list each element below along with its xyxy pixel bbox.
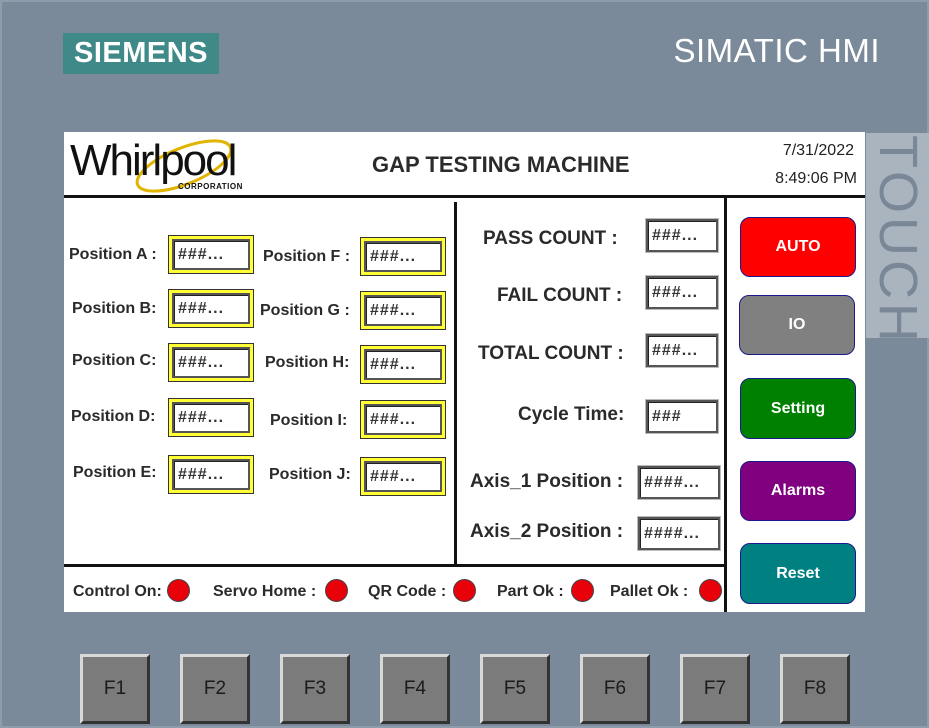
position-f-value: ###... — [364, 241, 442, 272]
whirlpool-logo: Whirlpool CORPORATION — [70, 134, 242, 194]
simatic-hmi-label: SIMATIC HMI — [673, 32, 880, 69]
part-ok-label: Part Ok : — [497, 583, 564, 600]
position-j-label: Position J: — [269, 466, 351, 483]
f4-key[interactable]: F4 — [380, 654, 450, 724]
position-g-field[interactable]: ###... — [360, 291, 446, 330]
setting-button[interactable]: Setting — [740, 378, 856, 439]
f7-key[interactable]: F7 — [680, 654, 750, 724]
position-i-value: ###... — [364, 404, 442, 435]
position-b-field[interactable]: ###... — [168, 289, 254, 328]
reset-button[interactable]: Reset — [740, 543, 856, 604]
f6-key[interactable]: F6 — [580, 654, 650, 724]
position-f-label: Position F : — [263, 248, 351, 265]
position-h-label: Position H: — [265, 354, 350, 371]
position-e-label: Position E: — [73, 464, 157, 481]
position-g-label: Position G : — [260, 302, 350, 319]
position-f-field[interactable]: ###... — [360, 237, 446, 276]
alarms-button[interactable]: Alarms — [740, 461, 856, 521]
divider-positions-counts — [454, 202, 457, 564]
f1-key[interactable]: F1 — [80, 654, 150, 724]
screen-header: Whirlpool CORPORATION GAP TESTING MACHIN… — [64, 132, 865, 198]
pallet-ok-label: Pallet Ok : — [610, 583, 689, 600]
position-h-value: ###... — [364, 349, 442, 380]
position-a-label: Position A : — [69, 246, 157, 263]
position-c-label: Position C: — [72, 352, 157, 369]
pass-count-field[interactable]: ###... — [646, 219, 718, 252]
fail-count-field[interactable]: ###... — [646, 276, 718, 309]
f2-key[interactable]: F2 — [180, 654, 250, 724]
divider-status-bar — [64, 564, 724, 567]
axis-1-position-label: Axis_1 Position : — [470, 471, 624, 492]
control-on-indicator — [167, 579, 190, 602]
total-count-label: TOTAL COUNT : — [478, 343, 624, 364]
position-a-value: ###... — [172, 239, 250, 270]
position-a-field[interactable]: ###... — [168, 235, 254, 274]
whirlpool-logo-text: Whirlpool — [70, 136, 237, 185]
siemens-logo: SIEMENS — [63, 33, 219, 74]
hmi-screen: Whirlpool CORPORATION GAP TESTING MACHIN… — [64, 132, 865, 612]
fail-count-label: FAIL COUNT : — [497, 285, 623, 306]
position-d-field[interactable]: ###... — [168, 398, 254, 437]
axis-2-position-label: Axis_2 Position : — [470, 521, 624, 542]
f3-key[interactable]: F3 — [280, 654, 350, 724]
touch-strip: TOUCH — [866, 133, 929, 338]
f8-key[interactable]: F8 — [780, 654, 850, 724]
cycle-time-label: Cycle Time: — [518, 404, 625, 425]
part-ok-indicator — [571, 579, 594, 602]
position-j-value: ###... — [364, 461, 442, 492]
pallet-ok-indicator — [699, 579, 722, 602]
touch-label: TOUCH — [868, 135, 928, 338]
position-b-value: ###... — [172, 293, 250, 324]
position-b-label: Position B: — [72, 300, 157, 317]
axis-2-position-field[interactable]: ####... — [638, 517, 720, 550]
position-g-value: ###... — [364, 295, 442, 326]
position-i-label: Position I: — [270, 412, 348, 429]
position-i-field[interactable]: ###... — [360, 400, 446, 439]
position-d-label: Position D: — [71, 408, 156, 425]
position-c-value: ###... — [172, 347, 250, 378]
io-button[interactable]: IO — [739, 295, 855, 355]
control-on-label: Control On: — [73, 583, 162, 600]
position-h-field[interactable]: ###... — [360, 345, 446, 384]
position-c-field[interactable]: ###... — [168, 343, 254, 382]
cycle-time-field[interactable]: ### — [646, 400, 718, 433]
qr-code-indicator — [453, 579, 476, 602]
whirlpool-logo-subtext: CORPORATION — [178, 182, 243, 191]
servo-home-label: Servo Home : — [213, 583, 317, 600]
position-e-field[interactable]: ###... — [168, 455, 254, 494]
f5-key[interactable]: F5 — [480, 654, 550, 724]
page-title: GAP TESTING MACHINE — [372, 152, 630, 177]
date-display: 7/31/2022 — [782, 142, 854, 159]
position-d-value: ###... — [172, 402, 250, 433]
time-display: 8:49:06 PM — [775, 170, 857, 187]
position-e-value: ###... — [172, 459, 250, 490]
auto-button[interactable]: AUTO — [740, 217, 856, 277]
position-j-field[interactable]: ###... — [360, 457, 446, 496]
qr-code-label: QR Code : — [368, 583, 447, 600]
divider-counts-buttons — [724, 198, 727, 612]
axis-1-position-field[interactable]: ####... — [638, 466, 720, 499]
total-count-field[interactable]: ###... — [646, 334, 718, 367]
pass-count-label: PASS COUNT : — [483, 228, 618, 249]
servo-home-indicator — [325, 579, 348, 602]
